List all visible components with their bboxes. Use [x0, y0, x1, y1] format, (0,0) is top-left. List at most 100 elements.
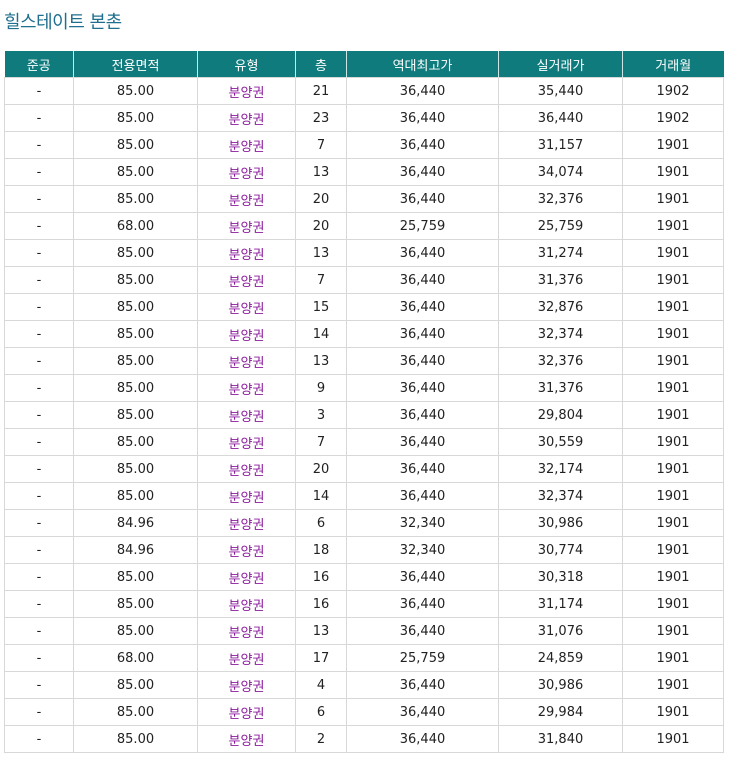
cell-type[interactable]: 분양권 — [197, 617, 296, 645]
cell-completion: - — [4, 347, 74, 375]
cell-actual-price: 32,374 — [498, 320, 623, 348]
cell-area: 85.00 — [73, 455, 198, 483]
cell-trade-month: 1901 — [622, 185, 724, 213]
cell-floor: 16 — [295, 563, 347, 591]
cell-completion: - — [4, 482, 74, 510]
column-header-floor[interactable]: 층 — [295, 51, 347, 78]
table-row: -84.96 분양권 6 32,340 30,986 1901 — [4, 509, 724, 537]
cell-type[interactable]: 분양권 — [197, 77, 296, 105]
cell-type[interactable]: 분양권 — [197, 455, 296, 483]
column-header-type[interactable]: 유형 — [197, 51, 296, 78]
cell-floor: 13 — [295, 239, 347, 267]
cell-highest-price: 36,440 — [346, 698, 499, 726]
cell-floor: 2 — [295, 725, 347, 753]
cell-type[interactable]: 분양권 — [197, 509, 296, 537]
cell-floor: 6 — [295, 698, 347, 726]
cell-type[interactable]: 분양권 — [197, 590, 296, 618]
cell-highest-price: 36,440 — [346, 266, 499, 294]
cell-floor: 14 — [295, 320, 347, 348]
cell-type[interactable]: 분양권 — [197, 671, 296, 699]
cell-actual-price: 30,559 — [498, 428, 623, 456]
cell-type[interactable]: 분양권 — [197, 347, 296, 375]
column-header-highest-price[interactable]: 역대최고가 — [346, 51, 499, 78]
cell-area: 85.00 — [73, 563, 198, 591]
cell-floor: 3 — [295, 401, 347, 429]
cell-floor: 4 — [295, 671, 347, 699]
table-row: -85.00 분양권 20 36,440 32,174 1901 — [4, 455, 724, 483]
cell-highest-price: 36,440 — [346, 131, 499, 159]
cell-floor: 7 — [295, 266, 347, 294]
cell-area: 85.00 — [73, 401, 198, 429]
cell-floor: 18 — [295, 536, 347, 564]
cell-type[interactable]: 분양권 — [197, 401, 296, 429]
table-row: -85.00 분양권 15 36,440 32,876 1901 — [4, 293, 724, 321]
cell-type[interactable]: 분양권 — [197, 563, 296, 591]
table-row: -85.00 분양권 7 36,440 31,157 1901 — [4, 131, 724, 159]
cell-type[interactable]: 분양권 — [197, 536, 296, 564]
cell-area: 84.96 — [73, 509, 198, 537]
cell-completion: - — [4, 293, 74, 321]
cell-type[interactable]: 분양권 — [197, 698, 296, 726]
column-header-trade-month[interactable]: 거래월 — [622, 51, 724, 78]
cell-completion: - — [4, 698, 74, 726]
cell-completion: - — [4, 509, 74, 537]
cell-area: 85.00 — [73, 239, 198, 267]
cell-type[interactable]: 분양권 — [197, 266, 296, 294]
cell-type[interactable]: 분양권 — [197, 239, 296, 267]
cell-trade-month: 1902 — [622, 104, 724, 132]
cell-completion: - — [4, 617, 74, 645]
table-row: -85.00 분양권 13 36,440 32,376 1901 — [4, 347, 724, 375]
table-row: -85.00 분양권 9 36,440 31,376 1901 — [4, 374, 724, 402]
table-row: -85.00 분양권 13 36,440 34,074 1901 — [4, 158, 724, 186]
column-header-area[interactable]: 전용면적 — [73, 51, 198, 78]
cell-trade-month: 1901 — [622, 509, 724, 537]
cell-actual-price: 31,376 — [498, 266, 623, 294]
cell-area: 85.00 — [73, 482, 198, 510]
cell-floor: 17 — [295, 644, 347, 672]
cell-area: 85.00 — [73, 698, 198, 726]
cell-area: 68.00 — [73, 644, 198, 672]
transactions-table: 준공 전용면적 유형 층 역대최고가 실거래가 거래월 -85.00 분양권 21 3… — [4, 51, 724, 753]
cell-highest-price: 25,759 — [346, 644, 499, 672]
table-row: -68.00 분양권 17 25,759 24,859 1901 — [4, 644, 724, 672]
cell-floor: 21 — [295, 77, 347, 105]
cell-area: 85.00 — [73, 374, 198, 402]
cell-type[interactable]: 분양권 — [197, 104, 296, 132]
table-row: -85.00 분양권 21 36,440 35,440 1902 — [4, 77, 724, 105]
column-header-actual-price[interactable]: 실거래가 — [498, 51, 623, 78]
cell-type[interactable]: 분양권 — [197, 131, 296, 159]
cell-highest-price: 36,440 — [346, 293, 499, 321]
cell-floor: 20 — [295, 185, 347, 213]
cell-type[interactable]: 분양권 — [197, 185, 296, 213]
cell-trade-month: 1901 — [622, 455, 724, 483]
cell-area: 85.00 — [73, 671, 198, 699]
cell-type[interactable]: 분양권 — [197, 725, 296, 753]
cell-actual-price: 32,876 — [498, 293, 623, 321]
cell-type[interactable]: 분양권 — [197, 212, 296, 240]
cell-type[interactable]: 분양권 — [197, 293, 296, 321]
cell-trade-month: 1901 — [622, 698, 724, 726]
cell-type[interactable]: 분양권 — [197, 644, 296, 672]
cell-trade-month: 1901 — [622, 617, 724, 645]
cell-type[interactable]: 분양권 — [197, 482, 296, 510]
table-row: -85.00 분양권 20 36,440 32,376 1901 — [4, 185, 724, 213]
cell-highest-price: 32,340 — [346, 509, 499, 537]
cell-actual-price: 29,984 — [498, 698, 623, 726]
table-row: -84.96 분양권 18 32,340 30,774 1901 — [4, 536, 724, 564]
cell-highest-price: 36,440 — [346, 563, 499, 591]
cell-floor: 13 — [295, 347, 347, 375]
cell-type[interactable]: 분양권 — [197, 374, 296, 402]
table-row: -85.00 분양권 7 36,440 30,559 1901 — [4, 428, 724, 456]
cell-floor: 13 — [295, 617, 347, 645]
table-row: -85.00 분양권 16 36,440 31,174 1901 — [4, 590, 724, 618]
cell-highest-price: 36,440 — [346, 482, 499, 510]
table-header-row: 준공 전용면적 유형 층 역대최고가 실거래가 거래월 — [4, 51, 724, 78]
cell-completion: - — [4, 644, 74, 672]
column-header-completion[interactable]: 준공 — [4, 51, 74, 78]
cell-actual-price: 30,318 — [498, 563, 623, 591]
cell-highest-price: 36,440 — [346, 104, 499, 132]
cell-type[interactable]: 분양권 — [197, 320, 296, 348]
cell-type[interactable]: 분양권 — [197, 428, 296, 456]
cell-type[interactable]: 분양권 — [197, 158, 296, 186]
cell-floor: 6 — [295, 509, 347, 537]
